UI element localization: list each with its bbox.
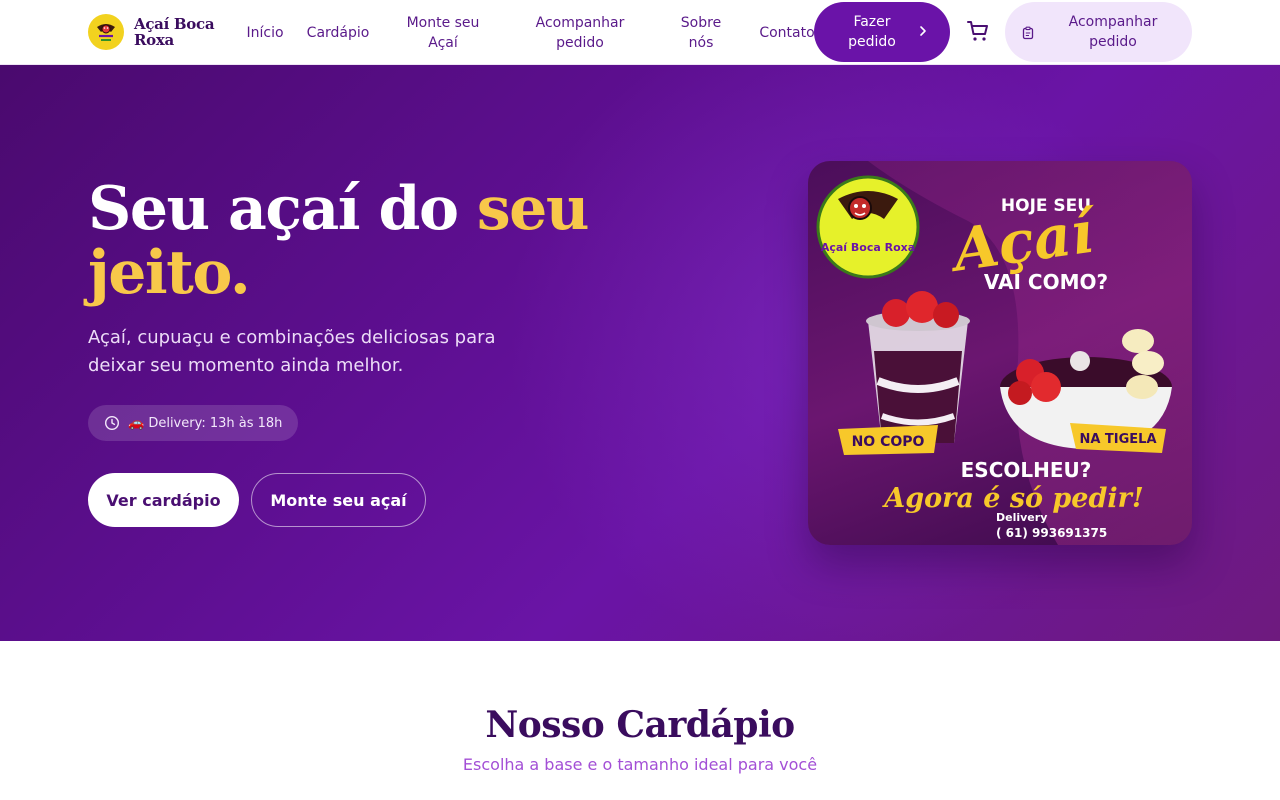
hero-subtitle: Açaí, cupuaçu e combinações deliciosas p… (88, 327, 496, 376)
track-order-button[interactable]: Acompanhar pedido (1005, 2, 1192, 62)
nav-link-sobre-nos[interactable]: Sobre nós (670, 0, 732, 65)
promo-line-3: VAI COMO? (984, 270, 1108, 294)
nav-link-label: Sobre (680, 14, 722, 31)
top-navbar: Açaí Boca Roxa Início Cardápio Monte seu… (0, 0, 1280, 65)
delivery-hours-text: 🚗 Delivery: 13h às 18h (128, 415, 283, 431)
track-order-line: pedido (1089, 34, 1137, 50)
acai-cup-illustration (866, 291, 970, 443)
nav-link-contato[interactable]: Contato (758, 0, 816, 65)
nav-link-monte-seu-acai[interactable]: Monte seu Açaí (398, 0, 488, 65)
promo-delivery-label: Delivery (996, 511, 1047, 524)
badge-cup: NO COPO (838, 425, 938, 455)
promo-logo: Açaí Boca Roxa (816, 175, 920, 279)
hero-title: Seu açaí do seu jeito. (88, 177, 608, 305)
nav-link-label: Monte seu (406, 14, 480, 31)
order-button[interactable]: Fazer pedido (814, 2, 950, 62)
nav-link-cardapio[interactable]: Cardápio (306, 0, 370, 65)
badge-bowl-text: NA TIGELA (1079, 432, 1156, 447)
track-order-line: Acompanhar (1068, 14, 1158, 30)
promo-illustration: Açaí Boca Roxa HOJE SEU Açaí VAI COMO? N… (816, 161, 1192, 545)
badge-cup-text: NO COPO (852, 434, 925, 450)
brand-logo-link[interactable]: Açaí Boca Roxa (88, 13, 220, 51)
track-order-label: Acompanhar pedido (1043, 12, 1183, 52)
delivery-hours-badge: 🚗 Delivery: 13h às 18h (88, 405, 299, 441)
brand-logo-icon (88, 14, 124, 50)
promo-image-card: Açaí Boca Roxa HOJE SEU Açaí VAI COMO? N… (808, 161, 1192, 545)
nav-link-label: Açaí (428, 34, 458, 51)
promo-phone: ( 61) 993691375 (996, 526, 1107, 540)
nav-link-label: pedido (556, 34, 604, 51)
menu-section-subtitle: Escolha a base e o tamanho ideal para vo… (462, 755, 818, 774)
nav-link-label: Acompanhar (535, 14, 625, 31)
nav-link-label: Contato (759, 24, 815, 41)
promo-line-5: Agora é só pedir! (881, 483, 1143, 514)
order-button-line: Fazer (853, 14, 891, 30)
hero-title-text: Seu açaí do (88, 174, 477, 244)
nav-link-label: Início (246, 24, 284, 41)
promo-logo-text: Açaí Boca Roxa (821, 241, 915, 254)
chevron-right-icon (920, 26, 926, 36)
nav-link-label: Cardápio (306, 24, 370, 41)
promo-line-4: ESCOLHEU? (961, 458, 1092, 482)
clipboard-icon (1022, 26, 1034, 40)
shopping-cart-icon[interactable] (966, 19, 990, 43)
nav-link-inicio[interactable]: Início (246, 0, 284, 65)
nav-link-label: nós (688, 34, 714, 51)
order-button-label: Fazer pedido (840, 12, 904, 52)
clock-icon (104, 415, 120, 431)
brand-name: Açaí Boca Roxa (134, 15, 215, 49)
hero-section: Seu açaí do seu jeito. Açaí, cupuaçu e c… (0, 65, 1280, 641)
nav-link-acompanhar-pedido[interactable]: Acompanhar pedido (525, 0, 635, 65)
build-acai-button[interactable]: Monte seu açaí (251, 473, 426, 527)
menu-section-title: Nosso Cardápio (485, 704, 795, 746)
view-menu-button[interactable]: Ver cardápio (88, 473, 239, 527)
order-button-line: pedido (848, 34, 896, 50)
